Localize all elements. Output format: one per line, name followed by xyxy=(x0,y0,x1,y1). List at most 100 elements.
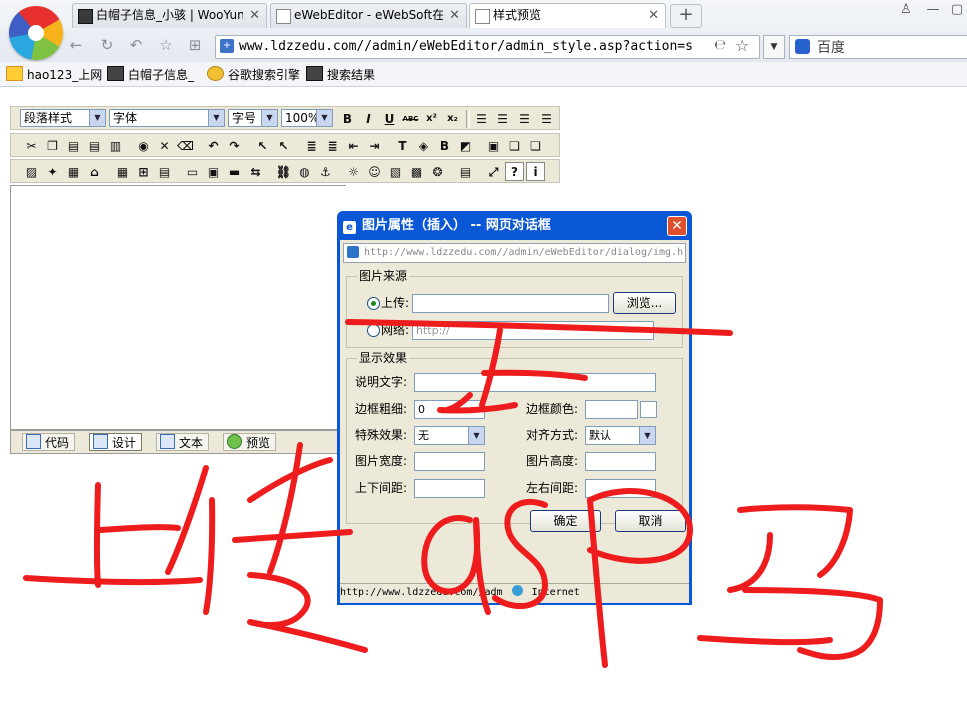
address-bar[interactable]: + www.ldzzedu.com//admin/eWebEditor/admi… xyxy=(215,35,760,59)
apps-grid-icon[interactable]: ⊞ xyxy=(185,36,205,56)
superscript-button[interactable]: x² xyxy=(422,109,441,128)
help-icon[interactable]: ? xyxy=(505,162,524,181)
dialog-close-button[interactable]: ✕ xyxy=(667,216,687,236)
layer-icon[interactable]: ❏ xyxy=(505,136,524,155)
address-input[interactable]: www.ldzzedu.com//admin/eWebEditor/admin_… xyxy=(239,38,711,56)
search-box[interactable]: 🐾 百度 xyxy=(789,35,967,59)
marquee-icon[interactable]: ⇆ xyxy=(246,162,265,181)
find-binoculars-icon[interactable]: ◉ xyxy=(134,136,153,155)
paste-icon[interactable]: ▤ xyxy=(64,136,83,155)
tab-close-icon[interactable]: ✕ xyxy=(648,4,659,27)
mode-code-button[interactable]: 代码 xyxy=(22,433,76,451)
page-properties-icon[interactable]: ▤ xyxy=(456,162,475,181)
font-select[interactable]: 字体 ▼ xyxy=(109,109,225,127)
eraser-icon[interactable]: ⌫ xyxy=(176,136,195,155)
undo-close-icon[interactable]: ↶ xyxy=(126,36,146,56)
browse-button[interactable]: 浏览... xyxy=(613,292,676,314)
address-dropdown-icon[interactable]: ▼ xyxy=(763,35,785,59)
insert-date-icon[interactable]: ▣ xyxy=(204,162,223,181)
new-tab-button[interactable]: + xyxy=(670,4,702,28)
font-size-select[interactable]: 字号 ▼ xyxy=(228,109,278,127)
insert-flash-icon[interactable]: ✦ xyxy=(43,162,62,181)
indent-icon[interactable]: ⇥ xyxy=(365,136,384,155)
skin-icon[interactable]: ♙ xyxy=(895,2,917,18)
mode-preview-button[interactable]: 预览 xyxy=(223,433,277,451)
alt-text-field[interactable] xyxy=(414,373,656,392)
insert-media-icon[interactable]: ▦ xyxy=(64,162,83,181)
align-right-icon[interactable]: ☰ xyxy=(515,109,534,128)
insert-code-icon[interactable]: ▧ xyxy=(386,162,405,181)
align-left-icon[interactable]: ☰ xyxy=(472,109,491,128)
ok-button[interactable]: 确定 xyxy=(530,510,601,532)
mode-text-button[interactable]: 文本 xyxy=(156,433,210,451)
fullscreen-icon[interactable]: ⤢ xyxy=(484,162,503,181)
paste-word-icon[interactable]: ▥ xyxy=(106,136,125,155)
network-url-field[interactable]: http:// xyxy=(412,321,654,340)
select-pointer-icon[interactable]: ↖ xyxy=(253,136,272,155)
bookmark-google[interactable]: 谷歌搜索引擎 xyxy=(207,66,300,82)
insert-symbol-icon[interactable]: ❂ xyxy=(428,162,447,181)
anchor-icon[interactable]: ⚓ xyxy=(316,162,335,181)
back-icon[interactable]: ← xyxy=(66,36,86,56)
paste-text-icon[interactable]: ▤ xyxy=(85,136,104,155)
table-row-icon[interactable]: ▤ xyxy=(155,162,174,181)
insert-table-icon[interactable]: ▦ xyxy=(113,162,132,181)
ie-mode-icon[interactable]: ℮ xyxy=(714,37,726,53)
border-width-field[interactable]: 0 xyxy=(414,400,485,419)
insert-image-icon[interactable]: ▨ xyxy=(22,162,41,181)
background-color-icon[interactable]: B xyxy=(435,136,454,155)
highlight-color-icon[interactable]: ◈ xyxy=(414,136,433,155)
minimize-icon[interactable]: — xyxy=(922,2,944,18)
special-char-icon[interactable]: ☼ xyxy=(344,162,363,181)
zoom-select[interactable]: 100% ▼ xyxy=(281,109,333,127)
editor-content-area[interactable] xyxy=(10,185,346,430)
text-color-icon[interactable]: T xyxy=(393,136,412,155)
network-radio[interactable] xyxy=(367,324,380,337)
upload-radio[interactable] xyxy=(367,297,380,310)
numbered-list-icon[interactable]: ≣ xyxy=(302,136,321,155)
mode-design-button[interactable]: 设计 xyxy=(89,433,143,451)
outdent-icon[interactable]: ⇤ xyxy=(344,136,363,155)
delete-icon[interactable]: ✕ xyxy=(155,136,174,155)
copy-icon[interactable]: ❐ xyxy=(43,136,62,155)
insert-div-icon[interactable]: ▣ xyxy=(484,136,503,155)
image-height-field[interactable] xyxy=(585,452,656,471)
absolute-position-icon[interactable]: ↖ xyxy=(274,136,293,155)
vertical-space-field[interactable] xyxy=(414,479,485,498)
link-icon[interactable]: ⛓ xyxy=(274,162,293,181)
bookmark-wooyun[interactable]: 白帽子信息_ xyxy=(107,66,194,82)
underline-button[interactable]: U xyxy=(380,109,399,128)
tab-close-icon[interactable]: ✕ xyxy=(449,4,460,27)
maximize-icon[interactable]: ▢ xyxy=(946,2,967,18)
bookmark-star-icon[interactable]: ☆ xyxy=(735,36,749,55)
border-color-field[interactable] xyxy=(585,400,638,419)
image-width-field[interactable] xyxy=(414,452,485,471)
horizontal-rule-icon[interactable]: ▬ xyxy=(225,162,244,181)
horizontal-space-field[interactable] xyxy=(585,479,656,498)
cancel-button[interactable]: 取消 xyxy=(615,510,686,532)
redo-icon[interactable]: ↷ xyxy=(225,136,244,155)
paragraph-style-select[interactable]: 段落样式 ▼ xyxy=(20,109,106,127)
bullet-list-icon[interactable]: ≣ xyxy=(323,136,342,155)
cut-icon[interactable]: ✂ xyxy=(22,136,41,155)
insert-form-icon[interactable]: ▭ xyxy=(183,162,202,181)
search-input[interactable]: 百度 xyxy=(817,37,845,57)
browser-logo-icon[interactable] xyxy=(9,6,63,60)
insert-template-icon[interactable]: ▩ xyxy=(407,162,426,181)
align-select[interactable]: 默认 ▼ xyxy=(585,426,656,445)
tab-style-preview[interactable]: 样式预览 ✕ xyxy=(469,3,666,28)
bookmark-hao123[interactable]: hao123_上网 xyxy=(6,66,102,82)
about-icon[interactable]: i xyxy=(526,162,545,181)
dialog-title-bar[interactable]: e 图片属性（插入） -- 网页对话框 xyxy=(341,214,687,238)
align-center-icon[interactable]: ☰ xyxy=(493,109,512,128)
layer-stack-icon[interactable]: ❏ xyxy=(526,136,545,155)
tab-ewebeditor[interactable]: eWebEditor - eWebSoft在线 ✕ xyxy=(270,3,467,28)
favorite-star-icon[interactable]: ☆ xyxy=(156,36,176,56)
table-cell-icon[interactable]: ⊞ xyxy=(134,162,153,181)
subscript-button[interactable]: x₂ xyxy=(443,109,462,128)
align-justify-icon[interactable]: ☰ xyxy=(537,109,556,128)
fill-color-icon[interactable]: ◩ xyxy=(456,136,475,155)
undo-icon[interactable]: ↶ xyxy=(204,136,223,155)
strikethrough-button[interactable]: ABC xyxy=(401,109,420,128)
tab-close-icon[interactable]: ✕ xyxy=(249,4,260,27)
